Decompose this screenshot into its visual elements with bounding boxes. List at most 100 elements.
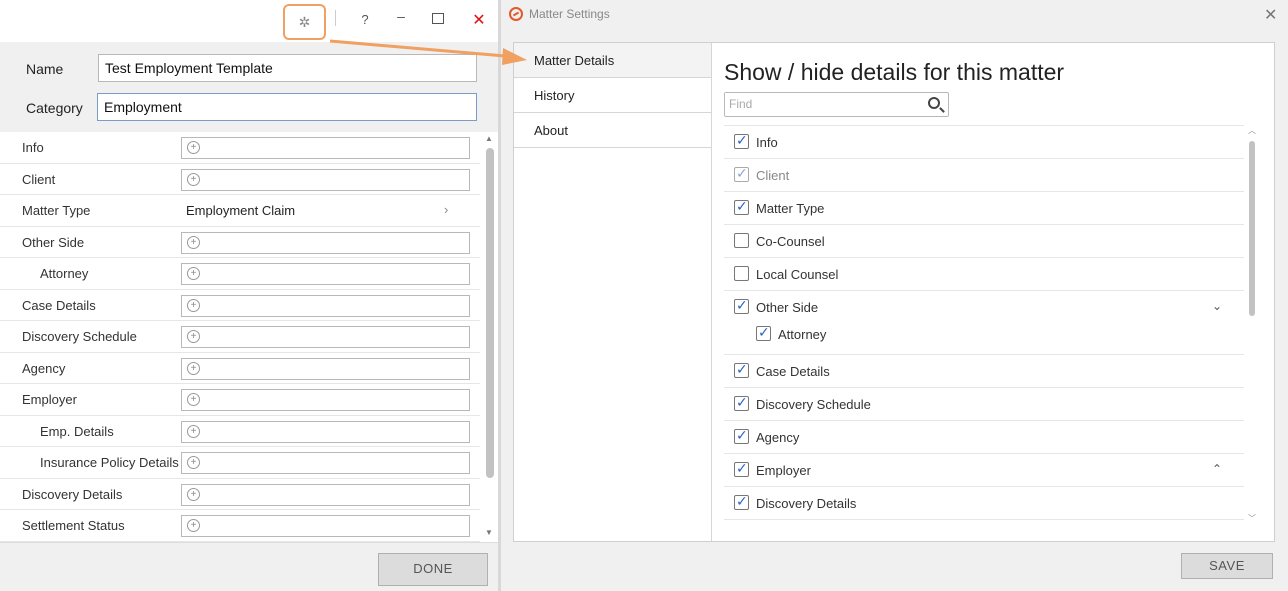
- minimize-button[interactable]: –: [393, 8, 409, 24]
- scroll-up-icon[interactable]: ▲: [485, 134, 493, 143]
- add-icon[interactable]: +: [187, 487, 200, 501]
- detail-input[interactable]: +: [181, 137, 470, 159]
- agency-checkbox[interactable]: [734, 427, 749, 444]
- close-icon[interactable]: ✕: [1264, 5, 1277, 25]
- nav-item-about[interactable]: About: [514, 113, 711, 148]
- detail-input[interactable]: +: [181, 420, 470, 443]
- row-label: Discovery Details: [22, 486, 123, 502]
- matter-details-content: Show / hide details for this matter Info…: [712, 43, 1274, 541]
- template-editor-window: ✲ ? – ✕ Name Test Employment Template Ca…: [0, 0, 498, 591]
- titlebar: ✲ ? – ✕: [0, 0, 498, 42]
- scroll-down-icon[interactable]: ﹀: [1248, 513, 1256, 524]
- list-item-local-counsel: Local Counsel: [724, 258, 1244, 291]
- list-item-co-counsel: Co-Counsel: [724, 225, 1244, 258]
- list-item-client: Client: [724, 159, 1244, 192]
- detail-row-attorney: Attorney +: [0, 258, 480, 290]
- add-icon[interactable]: +: [187, 456, 200, 469]
- search-icon[interactable]: [928, 97, 940, 109]
- gear-icon: ✲: [298, 13, 311, 30]
- scrollbar[interactable]: ▲ ▼: [484, 132, 496, 542]
- row-label: Matter Type: [22, 203, 91, 218]
- item-label: Client: [756, 168, 790, 183]
- help-button[interactable]: ?: [357, 12, 373, 27]
- add-icon[interactable]: +: [187, 298, 200, 312]
- employer-checkbox[interactable]: [734, 460, 749, 477]
- find-box[interactable]: [724, 92, 949, 117]
- row-label: Employer: [22, 392, 77, 407]
- co-counsel-checkbox[interactable]: [734, 233, 749, 248]
- row-label: Info: [22, 140, 44, 155]
- name-label: Name: [26, 61, 64, 77]
- list-item-info: Info: [724, 126, 1244, 159]
- detail-input[interactable]: +: [181, 294, 470, 317]
- close-button[interactable]: ✕: [471, 10, 487, 30]
- chevron-right-icon[interactable]: ›: [444, 202, 448, 217]
- add-icon[interactable]: +: [187, 519, 200, 532]
- chevron-down-icon[interactable]: ⌄: [1212, 299, 1222, 313]
- detail-input[interactable]: +: [181, 483, 470, 506]
- scroll-thumb[interactable]: [486, 148, 494, 478]
- settings-nav: Matter Details History About: [514, 43, 712, 541]
- add-icon[interactable]: +: [187, 141, 200, 154]
- detail-input[interactable]: +: [181, 168, 470, 191]
- add-icon[interactable]: +: [187, 361, 200, 375]
- maximize-button[interactable]: [432, 13, 444, 24]
- detail-visibility-list: Info Client Matter Type Co-Counsel: [724, 125, 1244, 525]
- case-details-checkbox[interactable]: [734, 361, 749, 378]
- page-title: Show / hide details for this matter: [724, 59, 1065, 85]
- add-icon[interactable]: +: [187, 393, 200, 406]
- other-side-checkbox[interactable]: [734, 297, 749, 314]
- scroll-down-icon[interactable]: ▼: [485, 528, 493, 537]
- list-item-discovery-details: Discovery Details: [724, 487, 1244, 520]
- chevron-up-icon[interactable]: ⌃: [1212, 462, 1222, 476]
- row-label: Emp. Details: [40, 423, 114, 439]
- list-item-other-side: Other Side ⌄ Attorney: [724, 291, 1244, 355]
- detail-input[interactable]: +: [181, 452, 470, 474]
- detail-input[interactable]: +: [181, 389, 470, 411]
- item-label: Agency: [756, 430, 800, 445]
- done-button[interactable]: DONE: [378, 553, 488, 586]
- detail-input[interactable]: +: [181, 263, 470, 285]
- category-label: Category: [26, 100, 83, 116]
- detail-row-matter-type[interactable]: Matter Type Employment Claim ›: [0, 195, 480, 227]
- local-counsel-checkbox[interactable]: [734, 266, 749, 281]
- matter-type-value: Employment Claim: [186, 203, 296, 218]
- nav-item-history[interactable]: History: [514, 78, 711, 113]
- add-icon[interactable]: +: [187, 330, 200, 343]
- nav-item-matter-details[interactable]: Matter Details: [514, 43, 711, 78]
- add-icon[interactable]: +: [187, 235, 200, 249]
- item-label: Discovery Details: [756, 496, 857, 511]
- settings-button[interactable]: ✲: [283, 4, 326, 40]
- row-label: Settlement Status: [22, 518, 125, 533]
- add-icon[interactable]: +: [187, 172, 200, 186]
- scroll-up-icon[interactable]: ︿: [1248, 125, 1256, 136]
- footer: DONE: [0, 542, 498, 591]
- row-label: Insurance Policy Details: [40, 455, 179, 470]
- add-icon[interactable]: +: [187, 424, 200, 438]
- detail-row-other-side: Other Side +: [0, 227, 480, 258]
- dialog-title: Matter Settings: [529, 7, 610, 21]
- detail-input[interactable]: +: [181, 231, 470, 254]
- scrollbar[interactable]: ︿ ﹀: [1246, 125, 1258, 525]
- info-checkbox[interactable]: [734, 132, 749, 149]
- matter-type-checkbox[interactable]: [734, 198, 749, 215]
- attorney-checkbox[interactable]: [756, 324, 771, 341]
- dialog-titlebar: Matter Settings: [509, 7, 610, 21]
- template-form: Name Test Employment Template Category E…: [0, 42, 498, 132]
- detail-input[interactable]: +: [181, 515, 470, 537]
- list-item-employer: Employer ⌃: [724, 454, 1244, 487]
- detail-input[interactable]: +: [181, 326, 470, 348]
- category-field[interactable]: Employment: [97, 93, 477, 121]
- scroll-thumb[interactable]: [1249, 141, 1255, 316]
- detail-input[interactable]: +: [181, 357, 470, 380]
- detail-row-client: Client +: [0, 164, 480, 195]
- detail-row-emp-details: Emp. Details +: [0, 416, 480, 447]
- detail-list: Info + Client + Matter Type Employment C…: [0, 132, 480, 542]
- find-input[interactable]: [725, 93, 915, 115]
- discovery-schedule-checkbox[interactable]: [734, 394, 749, 411]
- add-icon[interactable]: +: [187, 267, 200, 280]
- save-button[interactable]: SAVE: [1181, 553, 1273, 579]
- discovery-details-checkbox[interactable]: [734, 493, 749, 510]
- detail-row-insurance-policy-details: Insurance Policy Details +: [0, 447, 480, 479]
- name-field[interactable]: Test Employment Template: [98, 54, 477, 82]
